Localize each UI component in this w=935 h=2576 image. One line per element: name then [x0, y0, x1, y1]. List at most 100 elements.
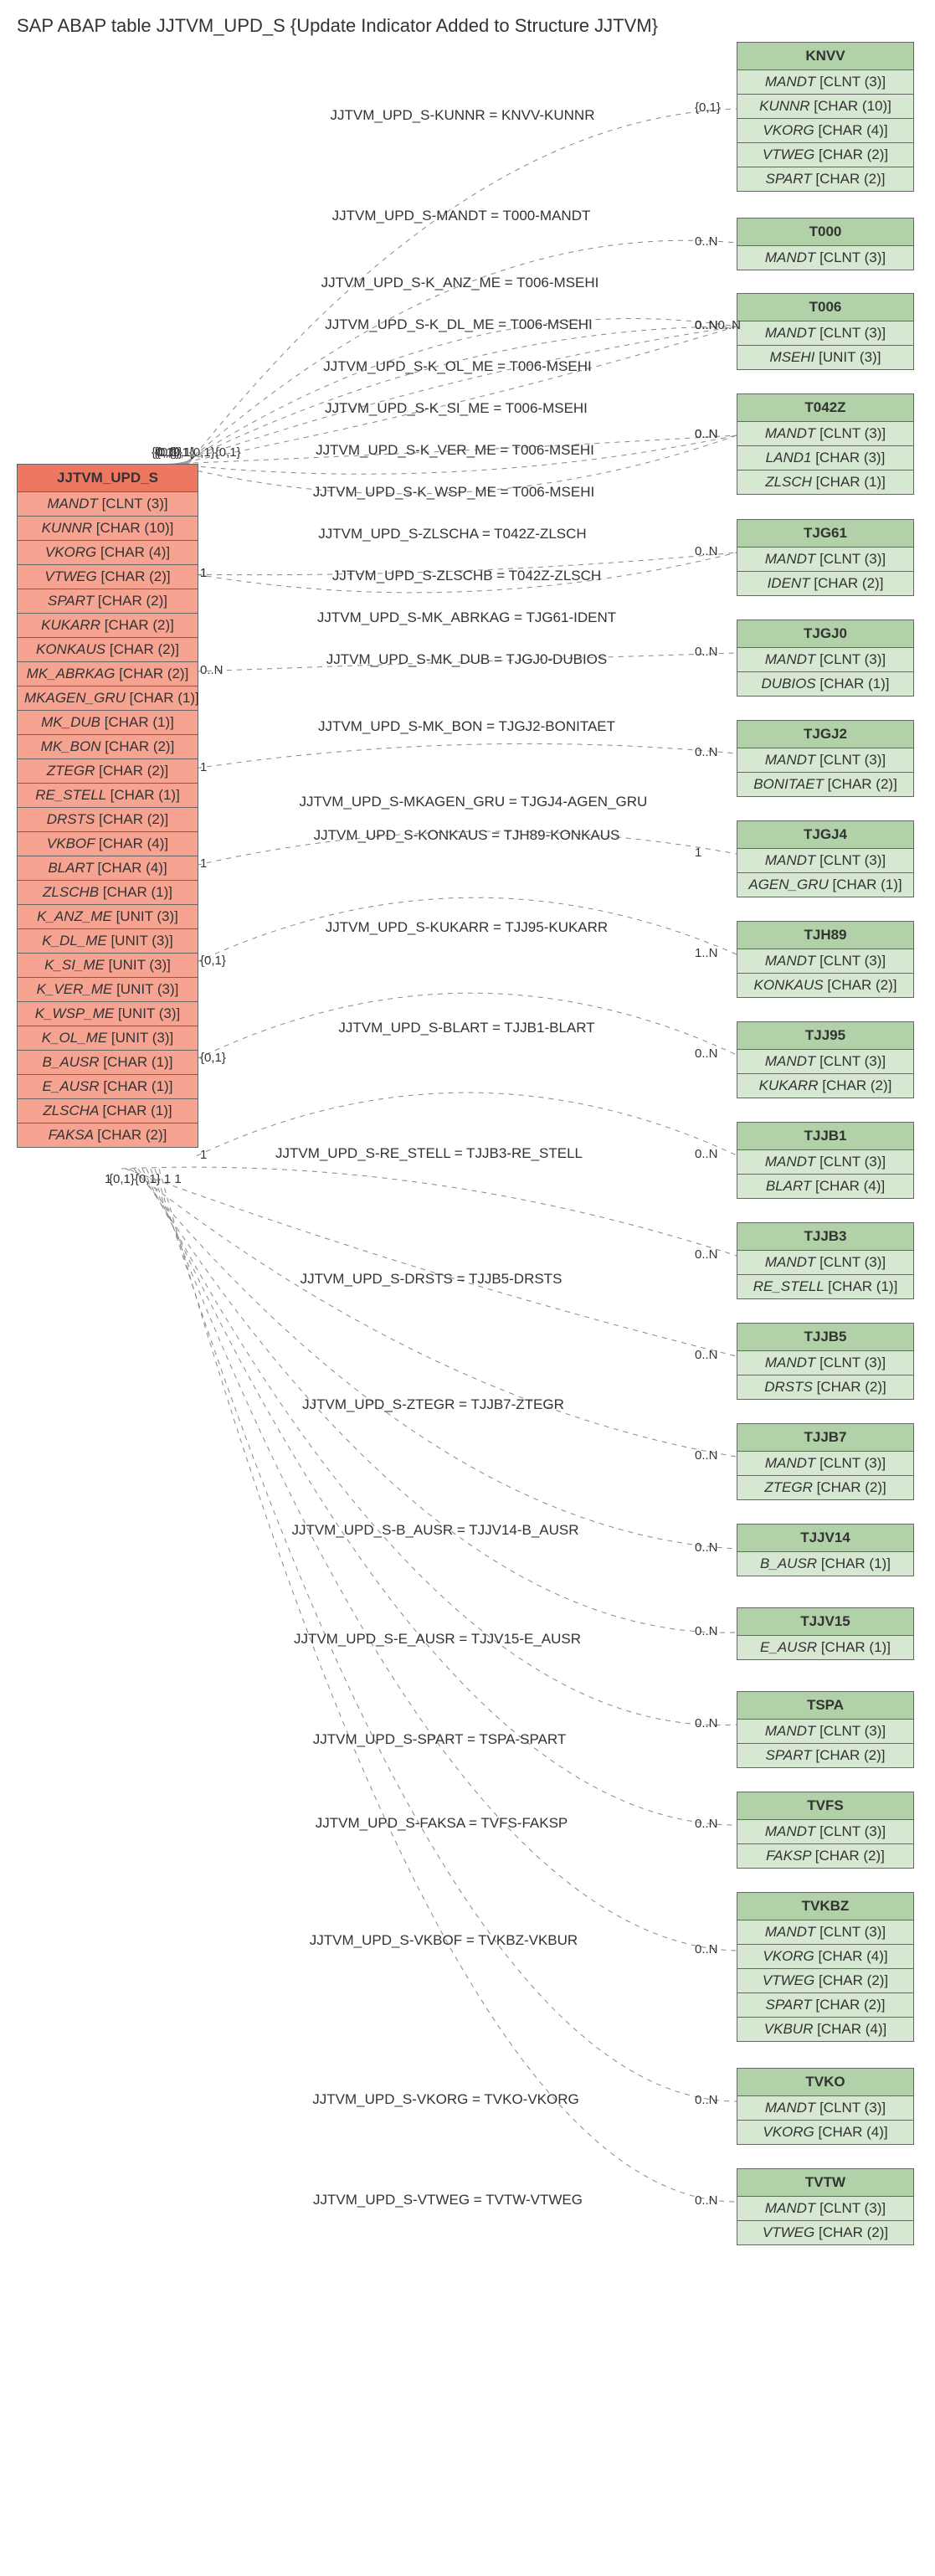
entity-tvko-field: VKORG [CHAR (4)] [737, 2121, 913, 2144]
entity-main-field: MK_BON [CHAR (2)] [18, 735, 198, 759]
relationship-label: JJTVM_UPD_S-K_DL_ME = T006-MSEHI [291, 316, 626, 333]
entity-tjjb7-header: TJJB7 [737, 1424, 913, 1452]
entity-tvfs: TVFSMANDT [CLNT (3)]FAKSP [CHAR (2)] [737, 1792, 914, 1869]
entity-tjgj4-field: AGEN_GRU [CHAR (1)] [737, 873, 913, 897]
entity-tjjb1-field: MANDT [CLNT (3)] [737, 1150, 913, 1175]
page-title: SAP ABAP table JJTVM_UPD_S {Update Indic… [17, 15, 658, 37]
entity-main-field: ZTEGR [CHAR (2)] [18, 759, 198, 784]
entity-tjg61-field: MANDT [CLNT (3)] [737, 548, 913, 572]
cardinality-right: 1 [695, 846, 701, 860]
entity-t006-field: MANDT [CLNT (3)] [737, 321, 913, 346]
entity-tspa-field: MANDT [CLNT (3)] [737, 1720, 913, 1744]
entity-tvfs-header: TVFS [737, 1792, 913, 1820]
entity-main-field: BLART [CHAR (4)] [18, 856, 198, 881]
relationship-label: JJTVM_UPD_S-ZTEGR = TJJB7-ZTEGR [266, 1396, 601, 1413]
entity-main-field: E_AUSR [CHAR (1)] [18, 1075, 198, 1099]
entity-tvkbz-header: TVKBZ [737, 1893, 913, 1920]
entity-tjjv15-field: E_AUSR [CHAR (1)] [737, 1636, 913, 1659]
entity-tjgj2-field: MANDT [CLNT (3)] [737, 748, 913, 773]
relationship-label: JJTVM_UPD_S-ZLSCHB = T042Z-ZLSCH [300, 568, 634, 584]
entity-tjgj0-field: MANDT [CLNT (3)] [737, 648, 913, 672]
relationship-label: JJTVM_UPD_S-K_SI_ME = T006-MSEHI [289, 400, 624, 417]
cardinality-right: 0..N [695, 1147, 718, 1161]
cardinality-left: {0,1} [200, 954, 226, 968]
relationship-label: JJTVM_UPD_S-VTWEG = TVTW-VTWEG [280, 2192, 615, 2208]
entity-main-field: K_SI_ME [UNIT (3)] [18, 954, 198, 978]
cardinality-right: 0..N [695, 1247, 718, 1262]
entity-tjjb3-field: RE_STELL [CHAR (1)] [737, 1275, 913, 1298]
entity-tvtw-field: VTWEG [CHAR (2)] [737, 2221, 913, 2244]
entity-tjh89: TJH89MANDT [CLNT (3)]KONKAUS [CHAR (2)] [737, 921, 914, 998]
relationship-label: JJTVM_UPD_S-SPART = TSPA-SPART [272, 1731, 607, 1748]
entity-t006: T006MANDT [CLNT (3)]MSEHI [UNIT (3)] [737, 293, 914, 370]
entity-tvtw-header: TVTW [737, 2169, 913, 2197]
cardinality-right: 0..N [695, 1540, 718, 1555]
entity-tvfs-field: FAKSP [CHAR (2)] [737, 1844, 913, 1868]
entity-t000-header: T000 [737, 219, 913, 246]
entity-main-field: K_WSP_ME [UNIT (3)] [18, 1002, 198, 1026]
cardinality-right: 0..N [695, 645, 718, 659]
relationship-label: JJTVM_UPD_S-VKORG = TVKO-VKORG [279, 2091, 614, 2108]
entity-main-field: VKORG [CHAR (4)] [18, 541, 198, 565]
cardinality-right: 0..N [695, 745, 718, 759]
entity-tjjb3-header: TJJB3 [737, 1223, 913, 1251]
relationship-label: JJTVM_UPD_S-RE_STELL = TJJB3-RE_STELL [262, 1145, 597, 1162]
entity-tjjv14: TJJV14B_AUSR [CHAR (1)] [737, 1524, 914, 1576]
cardinality-left: {0,1} [152, 445, 177, 460]
entity-main-field: MANDT [CLNT (3)] [18, 492, 198, 517]
entity-main-field: ZLSCHA [CHAR (1)] [18, 1099, 198, 1123]
entity-main-field: RE_STELL [CHAR (1)] [18, 784, 198, 808]
entity-tjj95-header: TJJ95 [737, 1022, 913, 1050]
entity-tjjb7-field: MANDT [CLNT (3)] [737, 1452, 913, 1476]
cardinality-right: 1..N [695, 946, 718, 960]
entity-knvv: KNVVMANDT [CLNT (3)]KUNNR [CHAR (10)]VKO… [737, 42, 914, 192]
entity-tjgj4: TJGJ4MANDT [CLNT (3)]AGEN_GRU [CHAR (1)] [737, 820, 914, 897]
cardinality-right: 0..N [695, 234, 718, 249]
relationship-label: JJTVM_UPD_S-B_AUSR = TJJV14-B_AUSR [268, 1522, 603, 1539]
entity-tvko: TVKOMANDT [CLNT (3)]VKORG [CHAR (4)] [737, 2068, 914, 2145]
cardinality-right: 0..N [695, 2093, 718, 2107]
cardinality-right: 0..N [695, 318, 718, 332]
relationship-label: JJTVM_UPD_S-MK_BON = TJGJ2-BONITAET [300, 718, 634, 735]
relationship-label: JJTVM_UPD_S-K_VER_ME = T006-MSEHI [288, 442, 623, 459]
entity-tvkbz-field: VKORG [CHAR (4)] [737, 1945, 913, 1969]
entity-t042z-field: LAND1 [CHAR (3)] [737, 446, 913, 470]
entity-tjjv14-header: TJJV14 [737, 1525, 913, 1552]
entity-tspa-field: SPART [CHAR (2)] [737, 1744, 913, 1767]
relationship-label: JJTVM_UPD_S-MK_ABRKAG = TJG61-IDENT [300, 609, 634, 626]
entity-t000: T000MANDT [CLNT (3)] [737, 218, 914, 270]
entity-main-field: KUKARR [CHAR (2)] [18, 614, 198, 638]
relationship-label: JJTVM_UPD_S-KUKARR = TJJ95-KUKARR [300, 919, 634, 936]
entity-knvv-field: VTWEG [CHAR (2)] [737, 143, 913, 167]
entity-main-header: JJTVM_UPD_S [18, 465, 198, 492]
cardinality-right: 0..N [695, 1942, 718, 1956]
cardinality-left: 1 [200, 760, 207, 774]
entity-main-field: DRSTS [CHAR (2)] [18, 808, 198, 832]
entity-main-field: B_AUSR [CHAR (1)] [18, 1051, 198, 1075]
entity-tjj95-field: MANDT [CLNT (3)] [737, 1050, 913, 1074]
entity-tvkbz-field: MANDT [CLNT (3)] [737, 1920, 913, 1945]
entity-main-field: K_OL_ME [UNIT (3)] [18, 1026, 198, 1051]
entity-main-field: MKAGEN_GRU [CHAR (1)] [18, 686, 198, 711]
cardinality-left: 0..N [200, 663, 223, 677]
relationship-label: JJTVM_UPD_S-VKBOF = TVKBZ-VKBUR [276, 1932, 611, 1949]
relationship-label: JJTVM_UPD_S-K_ANZ_ME = T006-MSEHI [293, 275, 628, 291]
entity-tvkbz-field: VKBUR [CHAR (4)] [737, 2018, 913, 2041]
entity-tjh89-field: KONKAUS [CHAR (2)] [737, 974, 913, 997]
cardinality-right: 0..N [695, 1624, 718, 1638]
cardinality-right: 0..N [695, 1046, 718, 1061]
entity-t042z-header: T042Z [737, 394, 913, 422]
entity-tjjb5-field: DRSTS [CHAR (2)] [737, 1375, 913, 1399]
entity-tjj95-field: KUKARR [CHAR (2)] [737, 1074, 913, 1098]
entity-tjjb7: TJJB7MANDT [CLNT (3)]ZTEGR [CHAR (2)] [737, 1423, 914, 1500]
entity-tjg61: TJG61MANDT [CLNT (3)]IDENT [CHAR (2)] [737, 519, 914, 596]
entity-knvv-field: SPART [CHAR (2)] [737, 167, 913, 191]
entity-tjgj0-field: DUBIOS [CHAR (1)] [737, 672, 913, 696]
relationship-label: JJTVM_UPD_S-KUNNR = KNVV-KUNNR [295, 107, 630, 124]
entity-tjjb3-field: MANDT [CLNT (3)] [737, 1251, 913, 1275]
entity-tjjb5-header: TJJB5 [737, 1324, 913, 1351]
entity-tvko-header: TVKO [737, 2069, 913, 2096]
entity-t042z-field: ZLSCH [CHAR (1)] [737, 470, 913, 494]
entity-tjjb7-field: ZTEGR [CHAR (2)] [737, 1476, 913, 1499]
entity-tspa-header: TSPA [737, 1692, 913, 1720]
